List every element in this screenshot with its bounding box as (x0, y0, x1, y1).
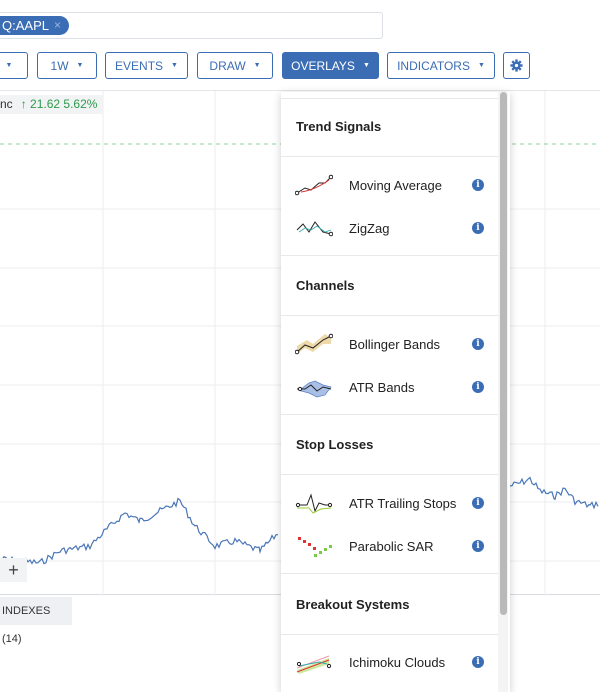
menu-item-label: Ichimoku Clouds (349, 654, 446, 670)
scrollbar-thumb[interactable] (500, 92, 507, 615)
section-header: Trend Signals (296, 119, 382, 134)
menu-item-ichimoku-clouds[interactable]: Ichimoku Clouds i (281, 645, 498, 679)
price-line (0, 497, 278, 565)
menu-scrollbar[interactable] (498, 92, 508, 692)
divider (281, 474, 498, 475)
gear-icon (510, 59, 523, 72)
menu-item-label: Bollinger Bands (349, 336, 441, 352)
caret-down-icon: ▼ (171, 62, 178, 69)
caret-down-icon: ▼ (253, 62, 261, 69)
chip-close-icon[interactable]: × (54, 16, 61, 35)
events-button[interactable]: EVENTS ▼ (105, 52, 188, 79)
add-button[interactable]: + (0, 558, 27, 582)
info-icon[interactable]: i (472, 497, 484, 509)
divider (281, 315, 498, 316)
interval-dropdown-button[interactable]: 1W ▼ (37, 52, 97, 79)
divider (281, 573, 498, 574)
price-line (509, 476, 599, 510)
atr-bands-icon (297, 380, 332, 398)
symbol-quote-label: nc ↑ 21.62 5.62% (0, 95, 104, 114)
button-label: EVENTS (115, 58, 164, 73)
button-label: DRAW (209, 58, 246, 73)
divider (281, 634, 498, 635)
section-header: Channels (296, 278, 355, 293)
menu-item-label: ATR Bands (349, 379, 415, 395)
divider (281, 255, 498, 256)
menu-item-atr-bands[interactable]: ATR Bands i (281, 370, 498, 404)
menu-item-zigzag[interactable]: ZigZag i (281, 211, 498, 245)
info-icon[interactable]: i (472, 179, 484, 191)
button-label: INDICATORS (397, 58, 470, 73)
symbol-chip-label: Q:AAPL (2, 18, 49, 33)
menu-item-bollinger-bands[interactable]: Bollinger Bands i (281, 327, 498, 361)
info-icon[interactable]: i (472, 338, 484, 350)
info-icon[interactable]: i (472, 381, 484, 393)
menu-item-label: Parabolic SAR (349, 538, 434, 554)
settings-button[interactable] (503, 52, 530, 79)
button-label: OVERLAYS (291, 58, 355, 73)
menu-item-label: ATR Trailing Stops (349, 495, 457, 511)
parabolic-sar-icon (298, 537, 332, 557)
menu-item-atr-trailing-stops[interactable]: ATR Trailing Stops i (281, 486, 498, 520)
ichimoku-clouds-icon (296, 655, 332, 674)
symbol-chip[interactable]: Q:AAPL × (0, 16, 69, 35)
section-header: Stop Losses (296, 437, 374, 452)
symbol-name: nc (0, 97, 13, 111)
indexes-tab[interactable]: INDEXES (14) (0, 597, 72, 645)
info-icon[interactable]: i (472, 656, 484, 668)
menu-item-moving-average[interactable]: Moving Average i (281, 168, 498, 202)
caret-down-icon: ▼ (76, 62, 84, 69)
price-change: ↑ 21.62 (20, 97, 61, 111)
overlays-button[interactable]: OVERLAYS ▼ (282, 52, 379, 79)
divider (281, 414, 498, 415)
menu-item-label: Moving Average (349, 177, 442, 193)
moving-average-icon (295, 174, 333, 196)
info-icon[interactable]: i (472, 540, 484, 552)
divider (281, 98, 498, 99)
menu-item-parabolic-sar[interactable]: Parabolic SAR i (281, 529, 498, 563)
range-dropdown-button[interactable]: ▼ (0, 52, 28, 79)
caret-down-icon: ▼ (477, 62, 485, 69)
button-label: 1W (50, 58, 69, 73)
atr-trailing-stops-icon (295, 493, 333, 514)
zigzag-icon (296, 221, 333, 237)
menu-item-label: ZigZag (349, 220, 390, 236)
draw-button[interactable]: DRAW ▼ (197, 52, 273, 79)
caret-down-icon: ▼ (362, 62, 370, 69)
info-icon[interactable]: i (472, 222, 484, 234)
price-change-percent: 5.62% (63, 97, 98, 111)
section-header: Breakout Systems (296, 597, 410, 612)
divider (281, 156, 498, 157)
caret-down-icon: ▼ (5, 62, 13, 69)
indicators-button[interactable]: INDICATORS ▼ (387, 52, 495, 79)
bollinger-bands-icon (295, 333, 333, 355)
overlays-dropdown-menu: Trend Signals Moving Average i ZigZag i Chann… (281, 92, 510, 692)
